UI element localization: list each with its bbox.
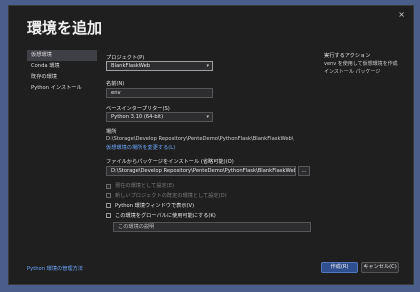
nav-item-python-install[interactable]: Python インストール — [27, 83, 97, 94]
actions-heading: 実行するアクション — [324, 53, 371, 59]
requirements-label: ファイルからパッケージをインストール (省略可能)(O) — [106, 159, 234, 165]
chevron-down-icon: ▾ — [206, 63, 209, 69]
manage-environments-link[interactable]: Python 環境の管理方法 — [27, 265, 83, 272]
requirements-input[interactable]: D:\Storage\Develop Repository\PenteDemo\… — [106, 166, 296, 176]
base-interpreter-dropdown[interactable]: Python 3.10 (64-bit) ▾ — [106, 112, 213, 122]
chevron-down-icon: ▾ — [206, 114, 209, 120]
set-current-env-checkbox: ✓ 現在の環境として設定(E) — [106, 182, 174, 190]
browse-button[interactable]: ... — [298, 166, 310, 176]
nav-item-virtual-env[interactable]: 仮想環境 — [27, 50, 97, 61]
name-label: 名前(N) — [106, 81, 125, 87]
create-button[interactable]: 作成(R) — [321, 262, 358, 273]
name-input[interactable]: env — [106, 88, 213, 98]
show-in-python-env-window-label: Python 環境ウィンドウで表示(V) — [115, 203, 195, 209]
project-label: プロジェクト(P) — [106, 55, 145, 61]
checkbox-icon — [106, 203, 111, 208]
base-interpreter-label: ベースインタープリター(S) — [106, 106, 170, 112]
action-create-venv: venv を使用して仮想環境を作成 — [324, 61, 398, 67]
show-in-python-env-window-checkbox[interactable]: Python 環境ウィンドウで表示(V) — [106, 202, 194, 210]
add-environment-dialog: 環境を追加 × 仮想環境 Conda 環境 既存の環境 Python インストー… — [8, 5, 414, 285]
cancel-button[interactable]: キャンセル(C) — [361, 262, 399, 273]
nav-item-conda-env[interactable]: Conda 環境 — [27, 61, 97, 72]
make-global-label: この環境をグローバルに使用可能にする(K) — [115, 213, 216, 219]
base-interpreter-value: Python 3.10 (64-bit) — [111, 114, 164, 120]
set-default-env-checkbox: 新しいプロジェクトの既定の環境として設定(D) — [106, 192, 227, 200]
checkbox-icon — [106, 213, 111, 218]
project-value: BlankFlaskWeb — [111, 63, 151, 69]
nav-item-existing-env[interactable]: 既存の環境 — [27, 72, 97, 83]
location-label: 場所 — [106, 129, 117, 135]
project-dropdown[interactable]: BlankFlaskWeb ▾ — [106, 61, 213, 71]
action-install-packages: インストール パッケージ — [324, 69, 381, 75]
environment-type-nav: 仮想環境 Conda 環境 既存の環境 Python インストール — [27, 50, 97, 94]
location-path: D:\Storage\Develop Repository\PenteDemo\… — [106, 136, 294, 142]
set-current-env-label: 現在の環境として設定(E) — [115, 183, 175, 189]
set-default-env-label: 新しいプロジェクトの既定の環境として設定(D) — [115, 193, 227, 199]
dialog-title: 環境を追加 — [27, 19, 103, 37]
change-location-link[interactable]: 仮想環境の場所を変更する(L) — [106, 144, 175, 151]
description-input[interactable]: この環境の説明 — [113, 222, 311, 232]
close-icon[interactable]: × — [398, 10, 405, 19]
checkbox-icon — [106, 193, 111, 198]
checkbox-icon: ✓ — [106, 184, 111, 189]
make-global-checkbox[interactable]: この環境をグローバルに使用可能にする(K) — [106, 212, 216, 220]
